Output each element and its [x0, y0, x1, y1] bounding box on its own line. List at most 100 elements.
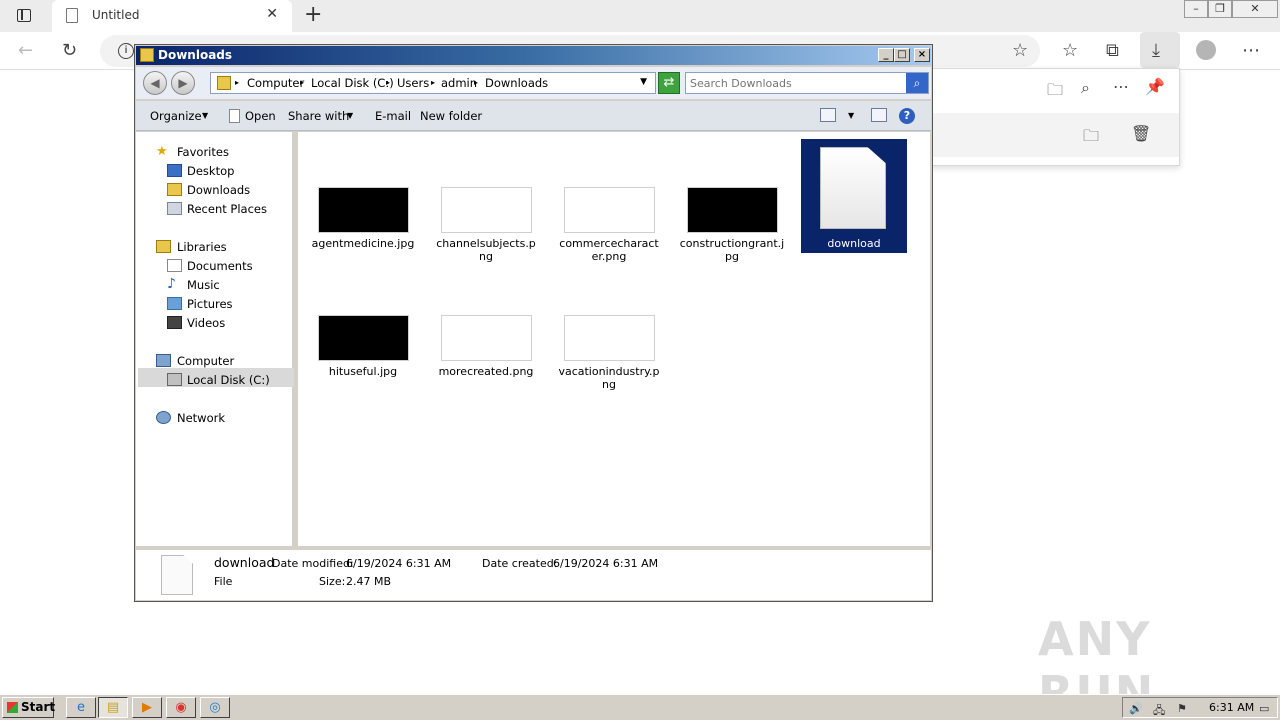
chrome-icon[interactable]: ◉	[166, 697, 196, 718]
maximize-button[interactable]: □	[894, 48, 910, 62]
nav-libraries[interactable]: Libraries	[177, 240, 227, 254]
more-icon[interactable]: ⋯	[1113, 77, 1129, 96]
new-folder-button[interactable]: New folder	[420, 109, 482, 123]
internet-explorer-icon[interactable]: e	[66, 697, 96, 718]
refresh-icon[interactable]: ↻	[62, 40, 77, 61]
nav-recent-places[interactable]: Recent Places	[187, 202, 267, 216]
breadcrumb-users[interactable]: Users	[397, 76, 429, 90]
chevron-down-icon[interactable]: ▼	[640, 77, 647, 87]
file-name: constructiongrant.jpg	[679, 237, 785, 263]
show-desktop-icon[interactable]: ▭	[1259, 702, 1269, 715]
forward-button[interactable]: ▶	[171, 71, 195, 95]
nav-favorites[interactable]: Favorites	[177, 145, 229, 159]
share-with-button[interactable]: Share with	[288, 109, 349, 123]
network-tray-icon[interactable]: 🖧	[1153, 702, 1165, 720]
breadcrumb[interactable]: ▸ Computer ▸ Local Disk (C:) ▸ Users ▸ a…	[210, 72, 656, 94]
start-button[interactable]: Start	[2, 697, 55, 718]
file-item[interactable]: constructiongrant.jpg	[679, 187, 785, 267]
modified-label: Date modified:	[272, 557, 354, 570]
nav-music[interactable]: Music	[187, 278, 220, 292]
back-icon[interactable]: ←	[18, 40, 33, 61]
add-favorite-icon[interactable]: ☆	[1012, 40, 1028, 61]
pictures-icon	[167, 297, 182, 310]
preview-pane-icon[interactable]	[871, 108, 887, 122]
search-icon[interactable]: ⌕	[906, 73, 928, 93]
edge-icon[interactable]: ◎	[200, 697, 230, 718]
file-item[interactable]: channelsubjects.png	[433, 187, 539, 267]
browser-tab[interactable]: Untitled ✕	[52, 0, 292, 32]
refresh-button[interactable]: ⇄	[658, 72, 680, 94]
chevron-right-icon[interactable]: ▸	[431, 78, 435, 87]
minimize-button[interactable]: –	[1184, 0, 1208, 18]
command-bar: Organize ▼ Open Share with ▼ E-mail New …	[136, 101, 931, 131]
desktop-icon	[167, 164, 182, 177]
page-icon	[66, 8, 78, 23]
nav-pictures[interactable]: Pictures	[187, 297, 233, 311]
more-icon[interactable]: ⋯	[1242, 40, 1260, 61]
help-icon[interactable]: ?	[899, 108, 915, 124]
file-item[interactable]: agentmedicine.jpg	[310, 187, 416, 267]
clock[interactable]: 6:31 AM	[1209, 701, 1254, 714]
size-value: 2.47 MB	[346, 575, 392, 588]
new-tab-button[interactable]: +	[304, 2, 322, 27]
breadcrumb-downloads[interactable]: Downloads	[485, 76, 548, 90]
open-button[interactable]: Open	[245, 109, 276, 123]
download-item[interactable]: 🗀 🗑	[931, 113, 1179, 157]
chevron-right-icon[interactable]: ▸	[474, 78, 478, 87]
downloads-button[interactable]: ⤓	[1140, 32, 1180, 68]
libraries-icon	[156, 240, 171, 253]
pin-icon[interactable]: 📌	[1145, 77, 1165, 96]
file-item[interactable]: hituseful.jpg	[310, 315, 416, 395]
tab-title: Untitled	[92, 8, 140, 22]
explorer-window: Downloads _ □ × ◀ ▶ ▸ Computer ▸ Local D…	[134, 44, 933, 602]
tab-actions-icon[interactable]	[17, 9, 31, 22]
search-input[interactable]	[690, 76, 900, 91]
minimize-button[interactable]: _	[878, 48, 894, 62]
search-box[interactable]: ⌕	[685, 72, 929, 94]
nav-local-disk[interactable]: Local Disk (C:)	[187, 373, 270, 387]
chevron-down-icon[interactable]: ▼	[202, 111, 208, 120]
explorer-taskbar-icon[interactable]: ▤	[98, 697, 128, 718]
volume-icon[interactable]: 🔊	[1129, 702, 1143, 715]
email-button[interactable]: E-mail	[375, 109, 411, 123]
change-view-icon[interactable]	[820, 108, 836, 122]
back-button[interactable]: ◀	[143, 71, 167, 95]
nav-documents[interactable]: Documents	[187, 259, 253, 273]
breadcrumb-computer[interactable]: Computer	[247, 76, 304, 90]
show-in-folder-icon[interactable]: 🗀	[1083, 125, 1099, 152]
close-button[interactable]: ×	[914, 48, 930, 62]
nav-desktop[interactable]: Desktop	[187, 164, 234, 178]
nav-network[interactable]: Network	[177, 411, 225, 425]
file-name: commercecharacter.png	[559, 237, 659, 263]
explorer-title-bar[interactable]: Downloads _ □ ×	[136, 46, 931, 65]
close-browser-button[interactable]: ✕	[1232, 0, 1278, 18]
nav-computer[interactable]: Computer	[177, 354, 234, 368]
open-folder-icon[interactable]: 🗀	[1047, 79, 1063, 106]
tab-close-button[interactable]: ✕	[266, 6, 278, 22]
organize-button[interactable]: Organize	[150, 109, 202, 123]
chevron-right-icon[interactable]: ▸	[300, 78, 304, 87]
profile-icon[interactable]	[1196, 40, 1216, 60]
file-item[interactable]: vacationindustry.png	[556, 315, 662, 395]
image-thumbnail	[441, 187, 532, 233]
flag-icon[interactable]: ⚑	[1177, 702, 1187, 715]
file-type: File	[214, 575, 233, 588]
search-icon[interactable]: ⌕	[1081, 78, 1090, 98]
file-item[interactable]: commercecharacter.png	[556, 187, 662, 267]
favorites-icon[interactable]: ☆	[1062, 40, 1078, 61]
collections-icon[interactable]: ⧉	[1106, 40, 1119, 61]
chevron-right-icon[interactable]: ▸	[386, 78, 390, 87]
delete-icon[interactable]: 🗑	[1131, 124, 1151, 143]
site-info-icon[interactable]: i	[118, 43, 134, 59]
breadcrumb-admin[interactable]: admin	[441, 76, 477, 90]
media-player-icon[interactable]: ▶	[132, 697, 162, 718]
file-item-selected[interactable]: download	[801, 139, 907, 253]
chevron-down-icon[interactable]: ▼	[848, 111, 854, 120]
breadcrumb-local-disk[interactable]: Local Disk (C:)	[311, 76, 394, 90]
nav-videos[interactable]: Videos	[187, 316, 225, 330]
chevron-right-icon[interactable]: ▸	[235, 78, 239, 87]
restore-button[interactable]: ❐	[1208, 0, 1232, 18]
file-item[interactable]: morecreated.png	[433, 315, 539, 395]
nav-downloads[interactable]: Downloads	[187, 183, 250, 197]
chevron-down-icon[interactable]: ▼	[347, 111, 353, 120]
